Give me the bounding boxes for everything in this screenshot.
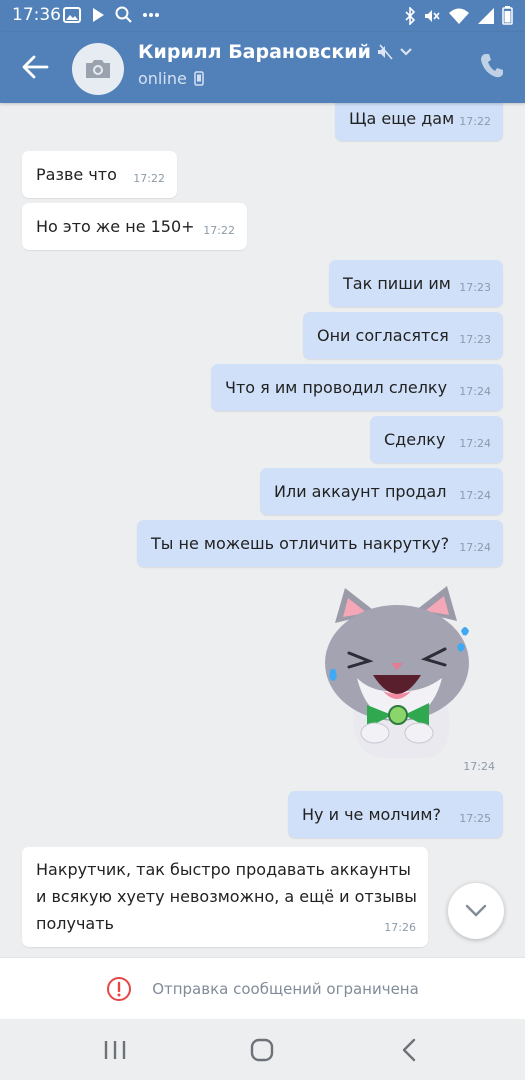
laughing-cat-sticker[interactable]: [307, 583, 487, 763]
recent-apps-icon[interactable]: [100, 1037, 130, 1063]
message-time: 17:25: [459, 812, 491, 825]
message-time: 17:24: [459, 437, 491, 450]
message-text-line: получать: [36, 914, 114, 933]
message-bubble-outgoing[interactable]: Что я им проводил слелку 17:24: [211, 364, 503, 411]
back-arrow-icon[interactable]: [20, 52, 50, 82]
mobile-icon: [194, 71, 204, 86]
chevron-down-icon: [465, 904, 487, 917]
message-time: 17:22: [203, 224, 235, 237]
message-text-line: Накрутчик, так быстро продавать аккаунты: [36, 860, 411, 879]
message-text: Ты не можешь отличить накрутку?: [151, 534, 450, 553]
bluetooth-icon: [405, 6, 416, 25]
clock: 17:36: [12, 5, 61, 25]
message-text: Что я им проводил слелку: [225, 378, 448, 397]
message-text: Сделку: [384, 430, 446, 449]
muted-speaker-icon: [377, 44, 393, 60]
search-icon: [115, 6, 132, 23]
message-list[interactable]: Ща еще дам 17:22 Разве что 17:22 Но это …: [0, 103, 525, 955]
message-time: 17:26: [384, 921, 416, 934]
message-time: 17:24: [459, 489, 491, 502]
message-text: Ну и че молчим?: [302, 805, 441, 824]
message-text: Разве что: [36, 165, 117, 184]
message-time: 17:23: [459, 281, 491, 294]
message-bubble-outgoing[interactable]: Ну и че молчим? 17:25: [288, 791, 503, 838]
message-bubble-outgoing[interactable]: Они согласятся 17:23: [303, 312, 503, 359]
status-bar: 17:36: [0, 0, 525, 32]
phone-icon[interactable]: [479, 52, 505, 80]
chat-header: Кирилл Барановский online: [0, 32, 525, 103]
mute-icon: [425, 9, 440, 22]
message-bubble-outgoing[interactable]: Ты не можешь отличить накрутку? 17:24: [137, 520, 503, 567]
message-bubble-incoming[interactable]: Но это же не 150+ 17:22: [22, 203, 247, 250]
message-text: Ща еще дам: [349, 109, 455, 128]
message-text: Так пиши им: [343, 274, 451, 293]
more-dots-icon: [143, 12, 159, 17]
message-time: 17:22: [133, 172, 165, 185]
messaging-restricted-bar: Отправка сообщений ограничена: [0, 957, 525, 1019]
gallery-icon: [63, 6, 81, 23]
message-bubble-incoming[interactable]: Разве что 17:22: [22, 151, 177, 198]
message-bubble-outgoing[interactable]: Сделку 17:24: [370, 416, 503, 463]
chevron-down-icon: [400, 48, 412, 56]
system-nav-bar: [0, 1019, 525, 1080]
message-text: Но это же не 150+: [36, 217, 195, 236]
message-bubble-outgoing[interactable]: Ща еще дам 17:22: [335, 103, 503, 141]
home-icon[interactable]: [247, 1037, 277, 1063]
contact-name: Кирилл Барановский: [138, 41, 371, 63]
message-time: 17:24: [459, 385, 491, 398]
avatar[interactable]: [72, 43, 124, 95]
message-text: Или аккаунт продал: [274, 482, 447, 501]
signal-icon: [478, 7, 494, 24]
message-time: 17:23: [459, 333, 491, 346]
alert-circle-icon: [107, 976, 132, 1001]
message-bubble-incoming[interactable]: Накрутчик, так быстро продавать аккаунты…: [22, 847, 428, 947]
contact-title[interactable]: Кирилл Барановский: [138, 41, 413, 63]
wifi-icon: [449, 8, 469, 24]
restriction-text: Отправка сообщений ограничена: [152, 979, 419, 998]
battery-icon: [502, 6, 513, 25]
camera-icon: [86, 60, 110, 78]
message-text: Они согласятся: [317, 326, 449, 345]
message-bubble-outgoing[interactable]: Или аккаунт продал 17:24: [260, 468, 503, 515]
play-icon: [93, 7, 104, 22]
message-time: 17:24: [459, 541, 491, 554]
sticker-time: 17:24: [463, 760, 495, 773]
back-icon[interactable]: [395, 1037, 425, 1063]
scroll-down-button[interactable]: [448, 883, 504, 939]
message-time: 17:22: [459, 115, 491, 128]
message-bubble-outgoing[interactable]: Так пиши им 17:23: [329, 260, 503, 307]
status-text: online: [138, 69, 187, 88]
online-status: online: [138, 69, 204, 88]
message-text-line: и всякую хуету невозможно, а ещё и отзыв…: [36, 887, 417, 906]
